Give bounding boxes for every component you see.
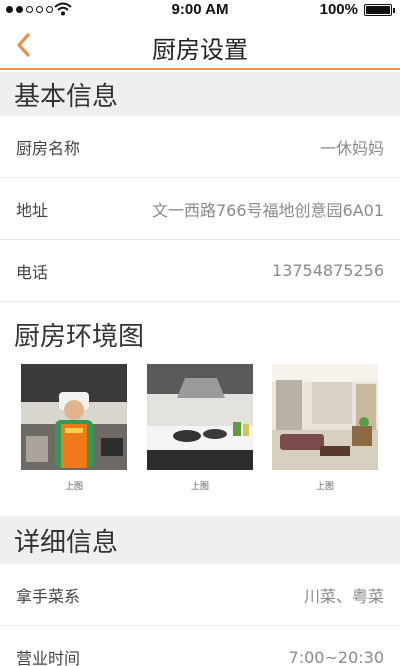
address-row[interactable]: 地址 文一西路766号福地创意园6A01 [0, 178, 400, 240]
kitchen-stove-photo[interactable] [147, 364, 253, 470]
living-room-photo[interactable] [272, 364, 378, 470]
chef-photo[interactable] [21, 364, 127, 470]
battery-fill [366, 6, 390, 14]
status-bar: 9:00 AM 100% [0, 0, 400, 20]
photo-caption: 上图 [64, 482, 83, 492]
basic-info-header: 基本信息 [0, 72, 400, 116]
photo-caption: 上图 [190, 482, 209, 492]
phone-row[interactable]: 电话 13754875256 [0, 240, 400, 302]
navigation-bar: 厨房设置 [0, 20, 400, 70]
phone-value: 13754875256 [272, 261, 384, 280]
row-label: 营业时间 [16, 649, 81, 666]
environment-header: 厨房环境图 [14, 322, 145, 352]
kitchen-name-value: 一休妈妈 [319, 138, 384, 158]
row-label: 地址 [16, 200, 49, 220]
photo-item[interactable]: 上图 [21, 364, 127, 492]
row-label: 拿手菜系 [16, 586, 81, 606]
row-label: 厨房名称 [16, 138, 81, 158]
photo-caption: 上图 [315, 482, 334, 492]
address-value: 文一西路766号福地创意园6A01 [151, 200, 384, 220]
business-hours-row[interactable]: 营业时间 7:00~20:30 [0, 626, 400, 666]
page-title: 厨房设置 [152, 36, 248, 64]
battery-icon [364, 4, 395, 16]
specialty-cuisine-row[interactable]: 拿手菜系 川菜、粤菜 [0, 564, 400, 626]
kitchen-name-row[interactable]: 厨房名称 一休妈妈 [0, 116, 400, 178]
photo-item[interactable]: 上图 [272, 364, 378, 492]
detail-info-header: 详细信息 [0, 516, 400, 564]
battery-percentage: 100% [319, 1, 358, 18]
specialty-cuisine-value: 川菜、粤菜 [303, 586, 384, 606]
row-label: 电话 [16, 262, 49, 282]
photo-item[interactable]: 上图 [147, 364, 253, 492]
business-hours-value: 7:00~20:30 [288, 647, 384, 666]
